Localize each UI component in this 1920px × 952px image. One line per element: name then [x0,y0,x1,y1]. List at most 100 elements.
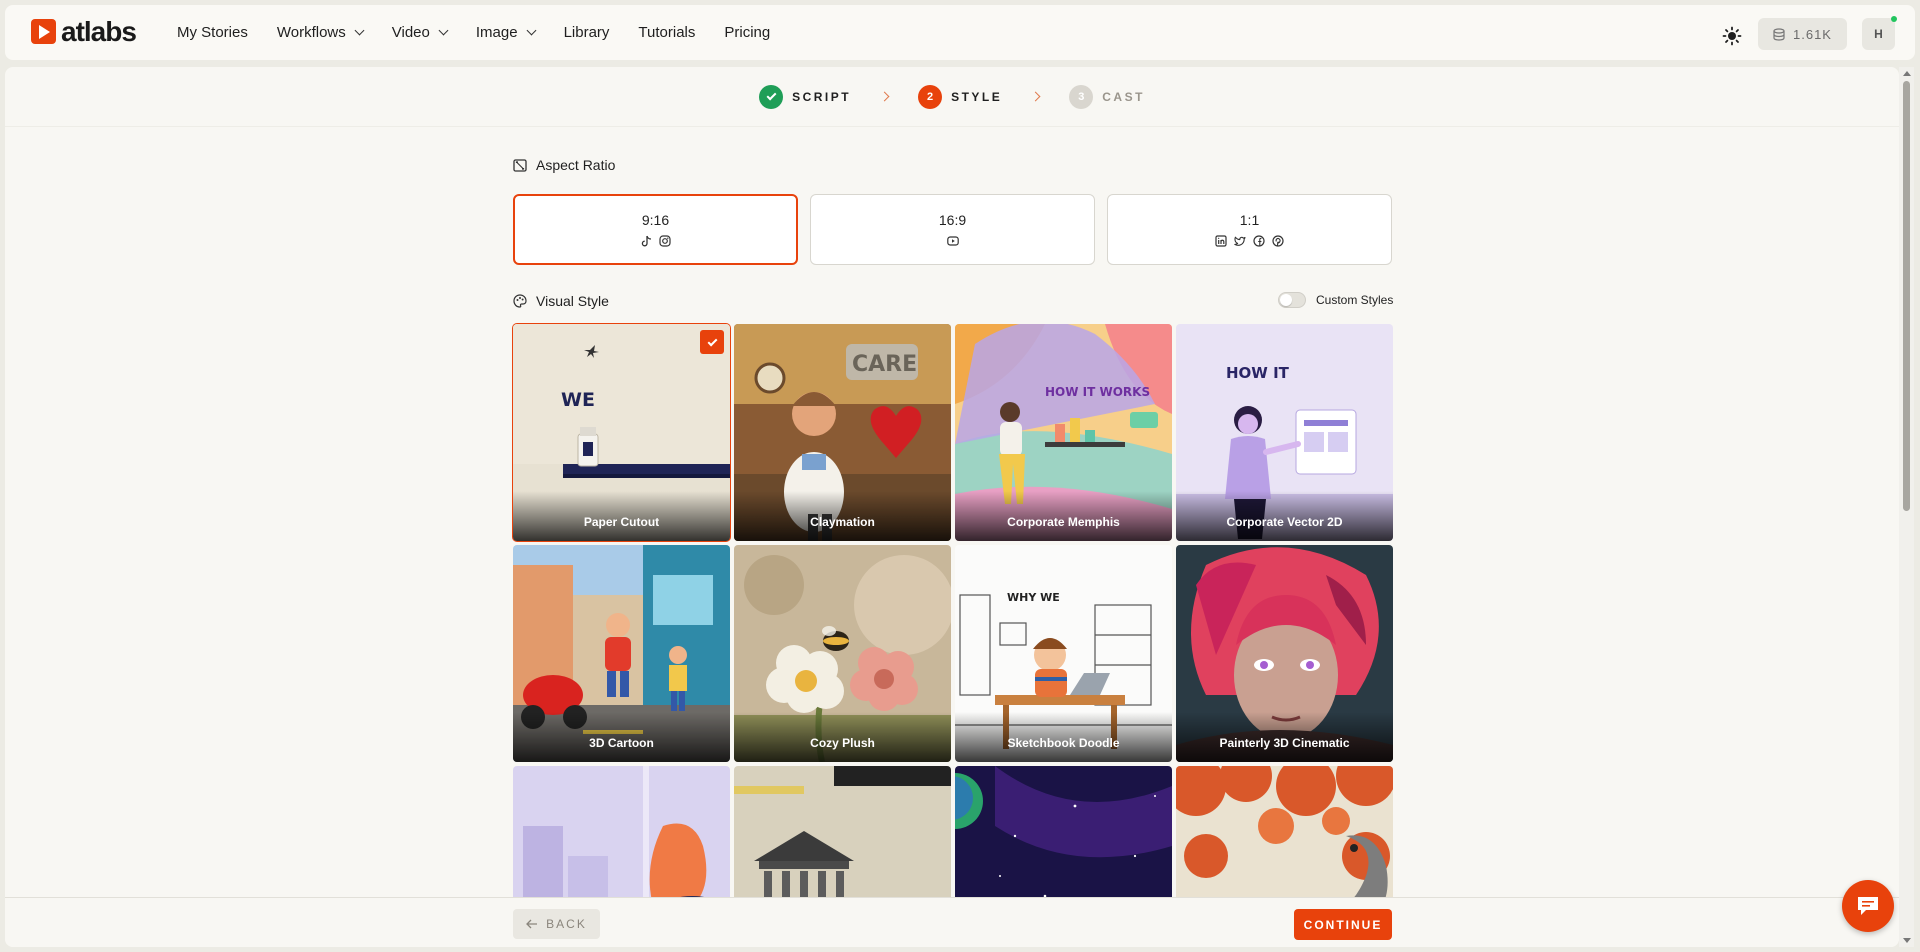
style-name: Corporate Memphis [1007,515,1120,529]
nav-item-workflows[interactable]: Workflows [276,24,365,41]
step-label: SCRIPT [792,89,852,104]
step-cast[interactable]: 3 CAST [1069,84,1145,109]
logo-text: atlabs [61,16,137,47]
nav-item-library[interactable]: Library [564,24,610,41]
nav-item-label: Video [391,24,430,41]
page-scrollbar[interactable] [1899,67,1914,947]
platform-icons [640,235,671,247]
style-card-claymation[interactable]: CARE Claymation [734,324,951,541]
step-indicator: 2 [918,84,943,109]
database-icon [1773,27,1785,41]
check-icon [707,336,717,346]
aspect-ratio-heading: Aspect Ratio [513,157,615,173]
custom-styles-toggle[interactable] [1278,292,1306,308]
aspect-ratio-option-1x1[interactable]: 1:1 [1107,194,1392,265]
style-card-label: Sketchbook Doodle [955,712,1172,762]
style-card-3d-cartoon[interactable]: 3D Cartoon [513,545,730,762]
style-card-label: Paper Cutout [513,491,730,541]
step-style[interactable]: 2 STYLE [918,84,1002,109]
visual-style-grid: WE Paper Cutout CARE Claymation HOW IT W… [512,323,1393,947]
aspect-ratio-label: 16:9 [938,212,967,228]
selected-check-badge [700,330,724,354]
nav-item-tutorials[interactable]: Tutorials [638,24,695,41]
check-icon [766,90,777,101]
chevron-right-icon [1030,91,1041,102]
style-card-label: Cozy Plush [734,712,951,762]
style-card-corporate-memphis[interactable]: HOW IT WORKS Corporate Memphis [955,324,1172,541]
scroll-up-arrow-icon[interactable] [1903,71,1911,76]
style-name: Corporate Vector 2D [1226,515,1343,529]
atlabs-logo[interactable]: atlabs [31,16,137,47]
nav-item-label: Tutorials [638,24,696,41]
main-nav: My Stories Workflows Video Image Library Tuto… [177,5,799,60]
chevron-right-icon [879,91,890,102]
aspect-ratio-label: 1:1 [1239,212,1260,228]
nav-item-label: Image [475,24,518,41]
style-name: Cozy Plush [810,736,875,750]
twitter-icon [1234,236,1246,246]
aspect-ratio-option-16x9[interactable]: 16:9 [810,194,1095,265]
style-card-label: Corporate Vector 2D [1176,491,1393,541]
nav-item-label: My Stories [177,24,248,41]
style-name: Painterly 3D Cinematic [1219,736,1350,750]
nav-item-label: Library [563,24,610,41]
top-navbar: atlabs My Stories Workflows Video Image Libr… [5,5,1915,60]
back-button[interactable]: BACK [513,909,600,939]
step-number: 3 [1078,90,1085,103]
nav-item-label: Pricing [724,24,771,41]
style-card-corporate-vector-2d[interactable]: HOW IT Corporate Vector 2D [1176,324,1393,541]
online-status-dot [1891,16,1897,22]
style-card-paper-cutout[interactable]: WE Paper Cutout [512,323,731,542]
support-chat-button[interactable] [1842,880,1894,932]
tiktok-icon [641,235,652,247]
visual-style-title: Visual Style [536,293,609,309]
nav-item-my-stories[interactable]: My Stories [177,24,248,41]
main-panel: SCRIPT 2 STYLE 3 CAST Aspect Ratio 9:16 16:9 1… [5,67,1899,947]
style-name: Sketchbook Doodle [1007,736,1120,750]
chat-bubble-icon [1858,897,1878,915]
sun-icon[interactable] [1722,26,1742,46]
step-script[interactable]: SCRIPT [759,84,852,109]
scroll-thumb[interactable] [1903,81,1910,511]
style-card-label: Corporate Memphis [955,491,1172,541]
nav-item-pricing[interactable]: Pricing [724,24,770,41]
continue-button[interactable]: CONTINUE [1294,909,1392,940]
palette-icon [513,294,527,308]
style-name: 3D Cartoon [589,736,654,750]
footer-bar: BACK CONTINUE [5,897,1899,947]
credits-value: 1.61K [1793,26,1832,42]
pinterest-icon [1272,235,1284,247]
style-card-painterly-3d-cinematic[interactable]: Painterly 3D Cinematic [1176,545,1393,762]
style-card-sketchbook-doodle[interactable]: WHY WE Sketchbook Doodle [955,545,1172,762]
platform-icons [1215,235,1284,247]
aspect-ratio-label: 9:16 [641,212,670,228]
platform-icons [946,235,959,247]
aspect-ratio-option-9x16[interactable]: 9:16 [513,194,798,265]
nav-item-label: Workflows [276,24,346,41]
aspect-ratio-icon [513,158,527,172]
custom-styles-toggle-group: Custom Styles [1278,292,1393,308]
svg-text:WE: WE [561,389,595,411]
style-card-cozy-plush[interactable]: Cozy Plush [734,545,951,762]
style-card-label: 3D Cartoon [513,712,730,762]
svg-text:HOW IT: HOW IT [1226,364,1290,382]
chevron-down-icon [354,25,365,36]
nav-item-image[interactable]: Image [475,24,537,41]
step-number: 2 [927,90,934,103]
aspect-ratio-options: 9:16 16:9 1:1 [513,194,1392,265]
style-card-label: Claymation [734,491,951,541]
svg-text:WHY WE: WHY WE [1007,591,1060,604]
youtube-icon [946,236,959,246]
svg-text:HOW IT WORKS: HOW IT WORKS [1045,385,1150,399]
arrow-left-icon [526,919,538,929]
step-label: CAST [1102,89,1145,104]
chevron-down-icon [526,25,537,36]
style-name: Claymation [810,515,875,529]
user-avatar[interactable]: H [1862,16,1897,50]
credits-badge[interactable]: 1.61K [1758,18,1847,50]
custom-styles-label: Custom Styles [1316,293,1394,307]
step-indicator [759,84,784,109]
scroll-down-arrow-icon[interactable] [1903,938,1911,943]
style-card-label: Painterly 3D Cinematic [1176,712,1393,762]
nav-item-video[interactable]: Video [391,24,449,41]
